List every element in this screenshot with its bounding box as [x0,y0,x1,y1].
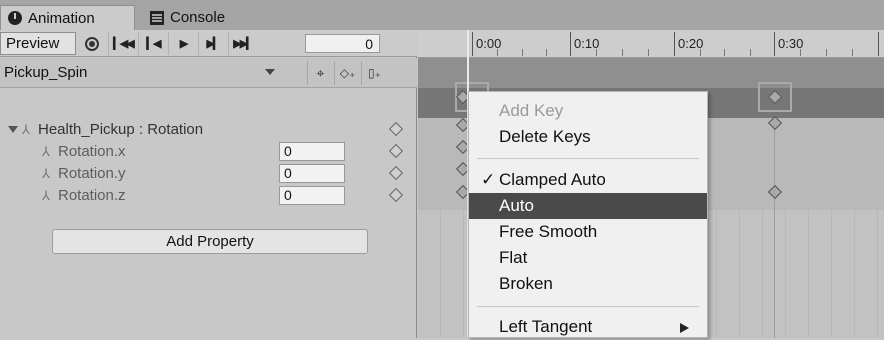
ruler-tick [570,32,571,56]
keyframe-context-menu: Add Key Delete Keys ✓ Clamped Auto Auto … [468,91,708,338]
property-row: ⅄ Rotation.x 0 [0,140,417,162]
keyframe-diamond-icon[interactable] [388,165,404,181]
axis-icon: ⅄ [42,188,50,203]
property-label: ⅄ Rotation.y [42,165,126,182]
add-event-button[interactable]: ▯₊ [361,61,387,85]
key-column-line [774,118,775,338]
timeline-ruler[interactable]: 0:00 0:10 0:20 0:30 [418,30,884,58]
skip-to-start-button[interactable]: ▎◀◀ [108,32,137,55]
tab-console[interactable]: Console [142,5,252,30]
keyframe-icon: ⌖ [316,64,325,81]
add-property-button[interactable]: Add Property [52,229,368,254]
menu-item-label: Free Smooth [499,222,598,241]
keyframe-diamond-icon[interactable] [388,187,404,203]
record-icon [85,36,99,51]
submenu-arrow-icon [680,323,689,333]
checkmark-icon: ✓ [481,170,496,189]
menu-item-broken[interactable]: Broken [469,271,707,297]
property-value-input[interactable]: 0 [279,142,345,161]
expand-triangle-icon[interactable] [8,126,18,134]
ruler-minor-tick [546,49,547,56]
menu-item-label: Flat [499,248,528,267]
ruler-tick [674,32,675,56]
property-row: ⅄ Rotation.y 0 [0,162,417,184]
diamond-plus-icon: ◇₊ [339,66,356,80]
ruler-tick [774,32,775,56]
animation-properties-panel: Preview ▎◀◀ ▎◀ ▶ ▶▎ ▶▶▎ 0 Pickup_Spin ⌖ … [0,30,417,338]
ruler-minor-tick [596,49,597,56]
menu-separator [477,158,699,159]
menu-item-clamped-auto[interactable]: ✓ Clamped Auto [469,167,707,193]
tab-animation[interactable]: Animation [0,5,135,30]
ruler-minor-tick [648,49,649,56]
menu-item-label: Left Tangent [499,317,593,336]
menu-item-label: Auto [499,196,534,215]
clip-row: Pickup_Spin ⌖ ◇₊ ▯₊ [0,58,417,88]
previous-key-button[interactable]: ▎◀ [138,32,167,55]
rotation-icon: ⅄ [22,122,30,137]
chevron-down-icon [265,69,275,75]
previous-key-icon: ▎◀ [146,38,162,50]
next-key-icon: ▶▎ [206,38,222,50]
tab-console-label: Console [170,9,226,26]
axis-icon: ⅄ [42,166,50,181]
record-button[interactable] [79,33,105,54]
property-group-row[interactable]: ⅄ Health_Pickup : Rotation [0,118,417,140]
preview-label: Preview [6,35,60,52]
ruler-minor-tick [522,49,523,56]
frame-field[interactable]: 0 [305,34,380,53]
menu-item-label: Broken [499,274,553,293]
menu-item-delete-keys[interactable]: Delete Keys [469,124,707,150]
menu-item-free-smooth[interactable]: Free Smooth [469,219,707,245]
add-keyframe-plus-button[interactable]: ◇₊ [334,61,360,85]
animation-toolbar: Preview ▎◀◀ ▎◀ ▶ ▶▎ ▶▶▎ 0 [0,30,417,57]
ruler-tick [472,32,473,56]
skip-to-start-icon: ▎◀◀ [113,38,134,50]
ruler-minor-tick [852,49,853,56]
ruler-minor-tick [622,49,623,56]
menu-item-add-key: Add Key [469,98,707,124]
menu-item-label: Add Key [499,101,564,120]
property-group-label: ⅄ Health_Pickup : Rotation [0,121,203,138]
menu-item-flat[interactable]: Flat [469,245,707,271]
clock-icon [8,11,22,25]
add-keyframe-button[interactable]: ⌖ [307,61,333,85]
keyframe-diamond-icon[interactable] [388,143,404,159]
ruler-minor-tick [497,49,498,56]
ruler-minor-tick [700,49,701,56]
menu-item-auto[interactable]: Auto [469,193,707,219]
menu-item-left-tangent[interactable]: Left Tangent [469,314,707,340]
keyframe-diamond-icon[interactable] [388,121,404,137]
ruler-minor-tick [724,49,725,56]
skip-to-end-icon: ▶▶▎ [233,38,254,50]
skip-to-end-button[interactable]: ▶▶▎ [228,32,257,55]
menu-item-label: Clamped Auto [499,170,606,189]
event-plus-icon: ▯₊ [368,66,381,80]
property-label: ⅄ Rotation.z [42,187,126,204]
ruler-tick [878,32,879,56]
next-key-button[interactable]: ▶▎ [198,32,227,55]
ruler-minor-tick [750,49,751,56]
property-row: ⅄ Rotation.z 0 [0,184,417,206]
axis-icon: ⅄ [42,144,50,159]
clip-dropdown[interactable]: Pickup_Spin [0,61,290,85]
play-icon: ▶ [179,38,189,50]
console-icon [150,10,164,25]
ruler-minor-tick [800,49,801,56]
preview-button[interactable]: Preview [0,32,76,55]
menu-item-label: Delete Keys [499,127,591,146]
property-value-input[interactable]: 0 [279,164,345,183]
ruler-minor-tick [826,49,827,56]
play-button[interactable]: ▶ [168,32,197,55]
property-label: ⅄ Rotation.x [42,143,126,160]
menu-separator [477,306,699,307]
property-group-text: Health_Pickup : Rotation [38,121,204,138]
property-value-input[interactable]: 0 [279,186,345,205]
tab-strip: Animation Console [0,0,884,30]
tab-animation-label: Animation [28,9,95,27]
